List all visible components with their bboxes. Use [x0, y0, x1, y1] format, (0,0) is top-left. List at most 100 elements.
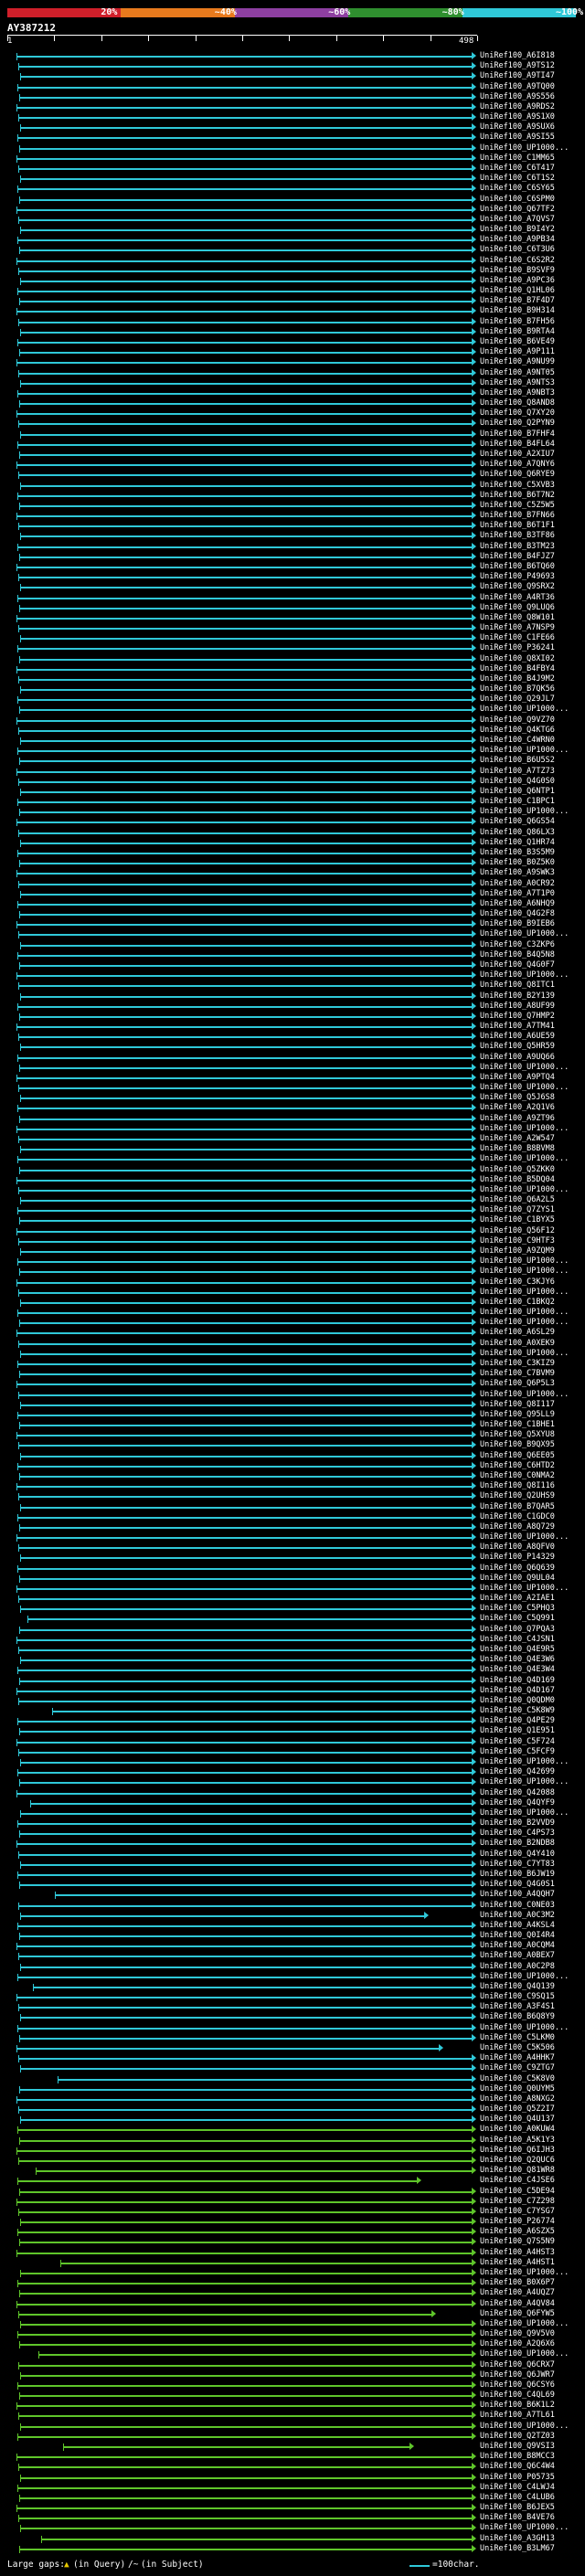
hit-row[interactable]: UniRef100_Q8I116 — [0, 1481, 585, 1491]
hit-row[interactable]: UniRef100_A2IAE1 — [0, 1594, 585, 1604]
alignment-bar[interactable] — [19, 1425, 472, 1427]
hit-row[interactable]: UniRef100_A6SZX5 — [0, 2227, 585, 2237]
hit-label[interactable]: UniRef100_B0Z5K0 — [480, 858, 555, 868]
hit-row[interactable]: UniRef100_UP1000... — [0, 1267, 585, 1277]
hit-label[interactable]: UniRef100_B9I4Y2 — [480, 225, 555, 235]
hit-row[interactable]: UniRef100_Q6Q639 — [0, 1564, 585, 1574]
alignment-bar[interactable] — [16, 1843, 472, 1846]
alignment-bar[interactable] — [16, 1230, 472, 1233]
hit-label[interactable]: UniRef100_Q42699 — [480, 1767, 555, 1777]
hit-label[interactable]: UniRef100_UP1000... — [480, 2023, 569, 2033]
alignment-bar[interactable] — [17, 903, 472, 906]
hit-row[interactable]: UniRef100_C4LUB6 — [0, 2493, 585, 2503]
alignment-bar[interactable] — [52, 1711, 472, 1713]
hit-row[interactable]: UniRef100_Q6EE05 — [0, 1451, 585, 1461]
hit-row[interactable]: UniRef100_C0NMA2 — [0, 1471, 585, 1481]
hit-row[interactable]: UniRef100_A9TQ00 — [0, 82, 585, 92]
alignment-bar[interactable] — [20, 280, 472, 282]
alignment-bar[interactable] — [20, 2476, 472, 2479]
alignment-bar[interactable] — [27, 1618, 472, 1621]
hit-row[interactable]: UniRef100_C4JSN1 — [0, 1635, 585, 1645]
hit-row[interactable]: UniRef100_A0CQM4 — [0, 1941, 585, 1951]
alignment-bar[interactable] — [18, 423, 472, 426]
hit-label[interactable]: UniRef100_C1BPC1 — [480, 797, 555, 807]
alignment-bar[interactable] — [18, 2058, 472, 2061]
alignment-bar[interactable] — [18, 678, 472, 681]
alignment-bar[interactable] — [19, 301, 472, 303]
hit-row[interactable]: UniRef100_A6SL29 — [0, 1328, 585, 1338]
hit-label[interactable]: UniRef100_C9HTF3 — [480, 1236, 555, 1246]
hit-row[interactable]: UniRef100_A7QVS7 — [0, 215, 585, 225]
alignment-bar[interactable] — [17, 801, 472, 804]
hit-label[interactable]: UniRef100_A2W547 — [480, 1134, 555, 1144]
hit-row[interactable]: UniRef100_Q6IJH3 — [0, 2146, 585, 2156]
hit-label[interactable]: UniRef100_A9UQ66 — [480, 1053, 555, 1063]
alignment-bar[interactable] — [16, 719, 472, 722]
hit-row[interactable]: UniRef100_C1BHE1 — [0, 1420, 585, 1430]
hit-row[interactable]: UniRef100_A0XEK9 — [0, 1339, 585, 1349]
alignment-bar[interactable] — [17, 2384, 472, 2387]
hit-row[interactable]: UniRef100_C7YT83 — [0, 1860, 585, 1870]
alignment-bar[interactable] — [20, 1301, 472, 1304]
hit-row[interactable]: UniRef100_A9TI47 — [0, 71, 585, 81]
hit-row[interactable]: UniRef100_Q7XY20 — [0, 408, 585, 419]
alignment-bar[interactable] — [20, 1404, 472, 1406]
alignment-bar[interactable] — [17, 546, 472, 548]
hit-label[interactable]: UniRef100_UP1000... — [480, 143, 569, 154]
alignment-bar[interactable] — [20, 331, 472, 334]
alignment-bar[interactable] — [16, 2252, 472, 2254]
hit-row[interactable]: UniRef100_C6T3U6 — [0, 245, 585, 255]
alignment-bar[interactable] — [17, 1465, 472, 1468]
hit-row[interactable]: UniRef100_B8BVM8 — [0, 1144, 585, 1154]
alignment-bar[interactable] — [20, 1812, 472, 1815]
hit-row[interactable]: UniRef100_A2Q6X6 — [0, 2339, 585, 2349]
hit-label[interactable]: UniRef100_P05735 — [480, 2473, 555, 2483]
alignment-bar[interactable] — [20, 382, 472, 385]
hit-label[interactable]: UniRef100_A4QV84 — [480, 2299, 555, 2309]
hit-row[interactable]: UniRef100_C1BPC1 — [0, 797, 585, 807]
hit-label[interactable]: UniRef100_A6SZX5 — [480, 2227, 555, 2237]
alignment-bar[interactable] — [19, 403, 472, 406]
hit-label[interactable]: UniRef100_C5K506 — [480, 2043, 555, 2053]
hit-row[interactable]: UniRef100_B2Y139 — [0, 991, 585, 1002]
hit-row[interactable]: UniRef100_UP1000... — [0, 1083, 585, 1093]
alignment-bar[interactable] — [16, 1945, 472, 1948]
hit-row[interactable]: UniRef100_Q0UYM5 — [0, 2084, 585, 2094]
hit-row[interactable]: UniRef100_Q95LL9 — [0, 1410, 585, 1420]
hit-row[interactable]: UniRef100_C5PHQ3 — [0, 1604, 585, 1614]
alignment-bar[interactable] — [20, 1149, 472, 1151]
hit-row[interactable]: UniRef100_Q2QUC6 — [0, 2156, 585, 2166]
alignment-bar[interactable] — [16, 1026, 472, 1029]
hit-label[interactable]: UniRef100_A9TI47 — [480, 71, 555, 81]
hit-label[interactable]: UniRef100_B6Q8Y9 — [480, 2012, 555, 2022]
alignment-bar[interactable] — [17, 1670, 472, 1672]
hit-label[interactable]: UniRef100_A0BEX7 — [480, 1951, 555, 1961]
alignment-bar[interactable] — [19, 96, 472, 99]
hit-row[interactable]: UniRef100_Q9V5V0 — [0, 2329, 585, 2339]
hit-row[interactable]: UniRef100_UP1000... — [0, 1584, 585, 1594]
alignment-bar[interactable] — [20, 995, 472, 998]
alignment-bar[interactable] — [17, 239, 472, 242]
hit-row[interactable]: UniRef100_Q4D169 — [0, 1676, 585, 1686]
hit-row[interactable]: UniRef100_A3F4S1 — [0, 2002, 585, 2012]
hit-row[interactable]: UniRef100_C4QL69 — [0, 2390, 585, 2401]
hit-row[interactable]: UniRef100_B7FN66 — [0, 511, 585, 521]
hit-row[interactable]: UniRef100_B6T7N2 — [0, 491, 585, 501]
hit-label[interactable]: UniRef100_B9RTA4 — [480, 327, 555, 337]
alignment-bar[interactable] — [20, 1097, 472, 1100]
hit-row[interactable]: UniRef100_UP1000... — [0, 2422, 585, 2432]
hit-label[interactable]: UniRef100_A4UQZ7 — [480, 2288, 555, 2298]
hit-label[interactable]: UniRef100_Q7HMP2 — [480, 1012, 555, 1022]
alignment-bar[interactable] — [20, 127, 472, 130]
hit-row[interactable]: UniRef100_A7QNY6 — [0, 460, 585, 470]
alignment-bar[interactable] — [16, 1435, 472, 1437]
hit-label[interactable]: UniRef100_UP1000... — [480, 1308, 569, 1318]
hit-row[interactable]: UniRef100_C0NE03 — [0, 1901, 585, 1911]
hit-label[interactable]: UniRef100_B4FJZ7 — [480, 552, 555, 562]
hit-row[interactable]: UniRef100_A9PC36 — [0, 276, 585, 286]
alignment-bar[interactable] — [19, 2548, 472, 2550]
alignment-bar[interactable] — [17, 2180, 417, 2183]
hit-label[interactable]: UniRef100_UP1000... — [480, 2268, 569, 2278]
hit-row[interactable]: UniRef100_Q7HMP2 — [0, 1012, 585, 1022]
hit-label[interactable]: UniRef100_Q6GS54 — [480, 817, 555, 827]
